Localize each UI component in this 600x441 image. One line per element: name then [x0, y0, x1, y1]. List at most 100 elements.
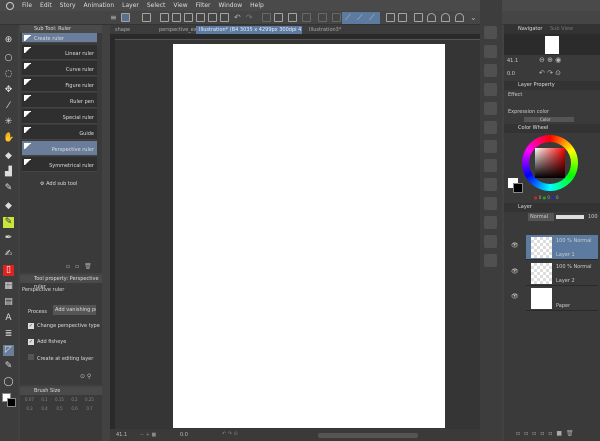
blend-mode-select[interactable]: Normal [528, 213, 554, 221]
ruler-icon[interactable]: ◸ [3, 345, 14, 356]
new-file-icon[interactable] [160, 13, 169, 22]
undo-icon[interactable]: ↶ [234, 13, 243, 22]
menu-view[interactable]: View [173, 2, 187, 9]
brush-size-preset[interactable]: 0.25 [82, 397, 97, 402]
menu-window[interactable]: Window [218, 2, 242, 9]
sub-tool-symmetrical-ruler[interactable]: Symmetrical ruler [22, 157, 97, 172]
menu-file[interactable]: File [22, 2, 32, 9]
selection-off-icon[interactable] [302, 13, 311, 22]
panel-toggle-icon[interactable] [484, 178, 497, 191]
brush-size-preset[interactable]: 0.3 [22, 406, 37, 411]
eyedropper-icon[interactable]: ⁄ [3, 101, 14, 112]
clear-icon[interactable] [262, 13, 271, 22]
eraser-icon[interactable]: ◆ [3, 201, 14, 212]
timer-icon[interactable] [427, 13, 436, 22]
hand-icon[interactable]: ✋ [3, 133, 14, 144]
menu-select[interactable]: Select [147, 2, 166, 9]
magic-wand-icon[interactable]: ✳ [3, 117, 14, 128]
selection-icon[interactable] [318, 13, 327, 22]
info-icon[interactable] [484, 102, 497, 115]
snap-special-ruler-icon[interactable]: ⟋ [357, 13, 366, 22]
timer2-icon[interactable] [441, 13, 450, 22]
eye-icon[interactable]: 👁 [511, 293, 519, 300]
fill-icon[interactable]: ◆ [3, 151, 14, 162]
layer-row-paper[interactable]: Paper [526, 286, 598, 311]
opacity-slider[interactable] [556, 215, 584, 219]
correct-line-icon[interactable]: ✎ [3, 361, 14, 372]
layer-actions[interactable]: ▫▫▫▫▫■🗑 [516, 430, 578, 437]
pen-icon[interactable]: ✒ [3, 233, 14, 244]
export-icon[interactable] [196, 13, 205, 22]
eye-icon[interactable]: 👁 [511, 242, 519, 249]
speech-bubble-icon[interactable]: ◯ [3, 377, 14, 388]
navigator-rotate-controls[interactable]: ↶ ↷ ⊙ [539, 69, 561, 77]
menu-filter[interactable]: Filter [196, 2, 211, 9]
magnifier-icon[interactable]: ○ [3, 53, 14, 64]
redo-icon[interactable]: ↷ [246, 13, 255, 22]
sub-tool-figure-ruler[interactable]: Figure ruler [22, 77, 97, 92]
expression-color-select[interactable]: Color [524, 117, 574, 122]
eye-icon[interactable]: 👁 [511, 268, 519, 275]
sub-color-swatch[interactable] [513, 183, 523, 193]
text-icon[interactable]: A [3, 313, 14, 324]
export2-icon[interactable] [208, 13, 217, 22]
snap-ruler-icon[interactable]: ⟋ [345, 13, 354, 22]
edit-icon[interactable] [121, 13, 130, 22]
panel-toggle-icon[interactable] [484, 140, 497, 153]
decoration-icon[interactable]: ✎ [3, 217, 14, 228]
brush-size-preset[interactable]: 0.6 [67, 406, 82, 411]
gradient-icon[interactable]: ▤ [3, 297, 14, 308]
search-icon[interactable] [484, 197, 497, 210]
panel-toggle-icon[interactable] [484, 159, 497, 172]
brush-size-preset[interactable]: 0.7 [82, 406, 97, 411]
frame-icon[interactable]: ▯ [3, 265, 14, 276]
canvas-paper[interactable] [173, 44, 445, 428]
menu-help[interactable]: Help [250, 2, 264, 9]
grid-icon[interactable] [142, 13, 151, 22]
sub-tool-guide[interactable]: Guide [22, 125, 97, 140]
grid-frame-icon[interactable]: ▦ [3, 281, 14, 292]
menu-icon[interactable]: ≡ [110, 13, 119, 22]
panel-toggle-icon[interactable] [484, 26, 497, 39]
zoom-tool-icon[interactable]: ⊕ [3, 35, 14, 46]
reset-icon[interactable]: ⊙ ⚲ [80, 373, 91, 380]
pencil-icon[interactable]: ✎ [3, 183, 14, 194]
add-sub-tool-button[interactable]: ⚙ Add sub tool [40, 181, 77, 187]
brush-size-preset[interactable]: 0.07 [22, 397, 37, 402]
navigator-zoom[interactable]: 41.1 [507, 58, 518, 64]
sub-tool-ruler-pen[interactable]: Ruler pen [22, 93, 97, 108]
sub-tool-linear-ruler[interactable]: Linear ruler [22, 45, 97, 60]
navigator-rotation[interactable]: 0.0 [507, 71, 515, 77]
menu-edit[interactable]: Edit [40, 2, 52, 9]
menu-layer[interactable]: Layer [122, 2, 139, 9]
phone-icon[interactable] [414, 13, 423, 22]
add-fisheye-checkbox[interactable]: ✓ Add fisheye [28, 339, 66, 345]
panel-toggle-icon[interactable] [484, 45, 497, 58]
horizontal-scrollbar[interactable] [318, 433, 418, 438]
settings2-icon[interactable] [398, 13, 407, 22]
rotate-controls[interactable]: ↶ ↷ ⊙ [222, 431, 238, 437]
navigator-controls[interactable]: ⊖ ⊕ ◉ [539, 56, 561, 64]
sub-tool-actions[interactable]: ▫▫🗑 [66, 263, 97, 270]
export3-icon[interactable] [220, 13, 229, 22]
blend-icon[interactable]: ✍ [3, 249, 14, 260]
open-icon[interactable] [172, 13, 181, 22]
tab-illustration3[interactable]: Illustration3* [306, 26, 346, 34]
panel-toggle-icon[interactable] [484, 83, 497, 96]
sub-view-tab[interactable]: Sub View [550, 26, 573, 32]
sub-tool-create-ruler[interactable]: Create ruler [22, 33, 97, 43]
tab-perspective-ex[interactable]: perspective_ex [156, 26, 197, 34]
brush-size-preset[interactable]: 0.2 [67, 397, 82, 402]
timer3-icon[interactable] [455, 13, 464, 22]
create-at-editing-layer-checkbox[interactable]: Create at editing layer [28, 354, 93, 362]
panel-toggle-icon[interactable] [484, 121, 497, 134]
stamp-icon[interactable]: ▟ [3, 167, 14, 178]
rotation-value[interactable]: 0.0 [180, 432, 188, 438]
tab-shape[interactable]: shape [112, 26, 156, 34]
panel-toggle-icon[interactable] [484, 254, 497, 267]
sub-tool-curve-ruler[interactable]: Curve ruler [22, 61, 97, 76]
move-icon[interactable]: ✥ [3, 85, 14, 96]
saturation-value-square[interactable] [535, 148, 565, 178]
process-select[interactable]: Add vanishing point [53, 305, 96, 315]
chevron-down-icon[interactable]: ⌄ [470, 13, 479, 22]
